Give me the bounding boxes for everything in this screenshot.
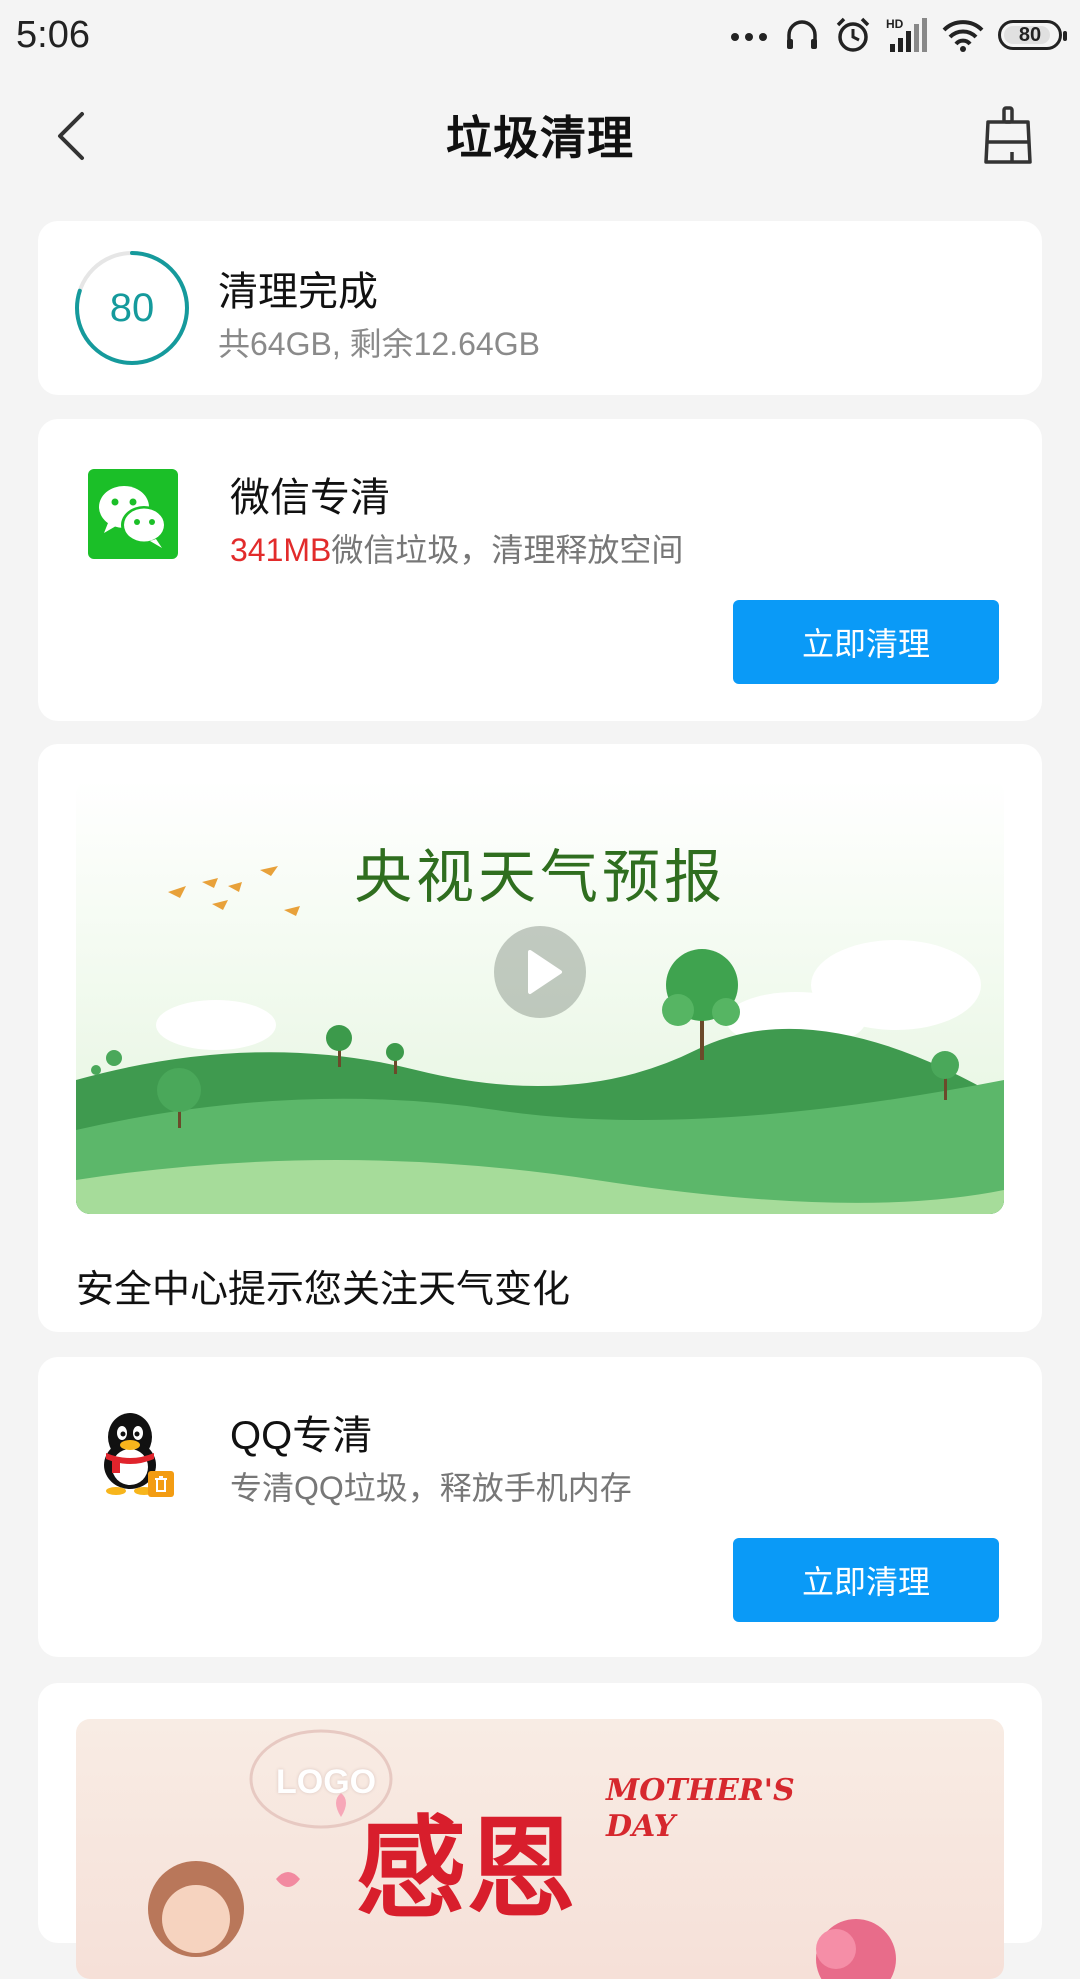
play-icon bbox=[528, 950, 562, 994]
qq-clean-desc: 专清QQ垃圾，释放手机内存 bbox=[230, 1470, 632, 1506]
weather-ad-banner-title: 央视天气预报 bbox=[353, 843, 726, 911]
status-icons: HD 80 bbox=[730, 16, 1067, 54]
wechat-clean-button[interactable]: 立即清理 bbox=[733, 600, 999, 684]
cleanup-status-title: 清理完成 bbox=[218, 270, 378, 314]
wechat-junk-size: 341MB bbox=[230, 532, 332, 568]
svg-text:HD: HD bbox=[886, 17, 904, 31]
mothers-day-cn-text: 感恩 bbox=[356, 1804, 576, 1933]
signal-hd-icon: HD bbox=[886, 17, 927, 52]
battery-level-text: 80 bbox=[1018, 23, 1042, 46]
weather-ad-banner[interactable]: 央视天气预报 bbox=[76, 780, 1004, 1214]
wechat-clean-card: 微信专清 341MB微信垃圾，清理释放空间 立即清理 bbox=[38, 419, 1042, 721]
cleanup-result-card: 80 清理完成 共64GB, 剩余12.64GB bbox=[38, 221, 1042, 395]
wifi-icon bbox=[942, 20, 984, 52]
mothers-day-en-text: MOTHER'S DAY bbox=[606, 1773, 795, 1845]
qq-penguin-icon bbox=[104, 1413, 174, 1497]
battery-indicator: 80 bbox=[998, 20, 1067, 50]
page-title: 垃圾清理 bbox=[446, 112, 634, 164]
weather-ad-card[interactable]: 央视天气预报 安全中心提示您关注天气变化 bbox=[38, 744, 1042, 1332]
mothers-day-en-line2: DAY bbox=[606, 1809, 676, 1844]
weather-ad-caption: 安全中心提示您关注天气变化 bbox=[76, 1269, 571, 1311]
status-bar: 5:06 HD 80 bbox=[0, 0, 1080, 70]
wechat-clean-title: 微信专清 bbox=[230, 476, 390, 520]
back-arrow-icon[interactable] bbox=[46, 108, 102, 164]
mothers-day-en-line1: MOTHER'S bbox=[606, 1773, 795, 1808]
status-time: 5:06 bbox=[16, 13, 90, 56]
wechat-icon bbox=[88, 469, 178, 559]
wechat-clean-desc: 341MB微信垃圾，清理释放空间 bbox=[230, 525, 683, 571]
storage-summary: 共64GB, 剩余12.64GB bbox=[218, 326, 540, 362]
broom-icon[interactable] bbox=[978, 104, 1038, 168]
qq-clean-card: QQ专清 专清QQ垃圾，释放手机内存 立即清理 bbox=[38, 1357, 1042, 1657]
qq-clean-title: QQ专清 bbox=[230, 1414, 373, 1458]
wechat-desc-text: 微信垃圾，清理释放空间 bbox=[331, 532, 684, 568]
mothers-day-ad-banner[interactable]: LOGO 感恩 MOTHER'S DAY bbox=[76, 1719, 1004, 1979]
nav-bar: 垃圾清理 bbox=[0, 80, 1080, 190]
more-dots-icon bbox=[731, 33, 767, 41]
mothers-day-ad-card[interactable]: LOGO 感恩 MOTHER'S DAY bbox=[38, 1683, 1042, 1979]
score-value: 80 bbox=[109, 285, 155, 330]
play-button[interactable] bbox=[494, 926, 586, 1018]
headphones-icon bbox=[787, 20, 817, 49]
alarm-icon bbox=[836, 17, 870, 52]
qq-clean-button[interactable]: 立即清理 bbox=[733, 1538, 999, 1622]
